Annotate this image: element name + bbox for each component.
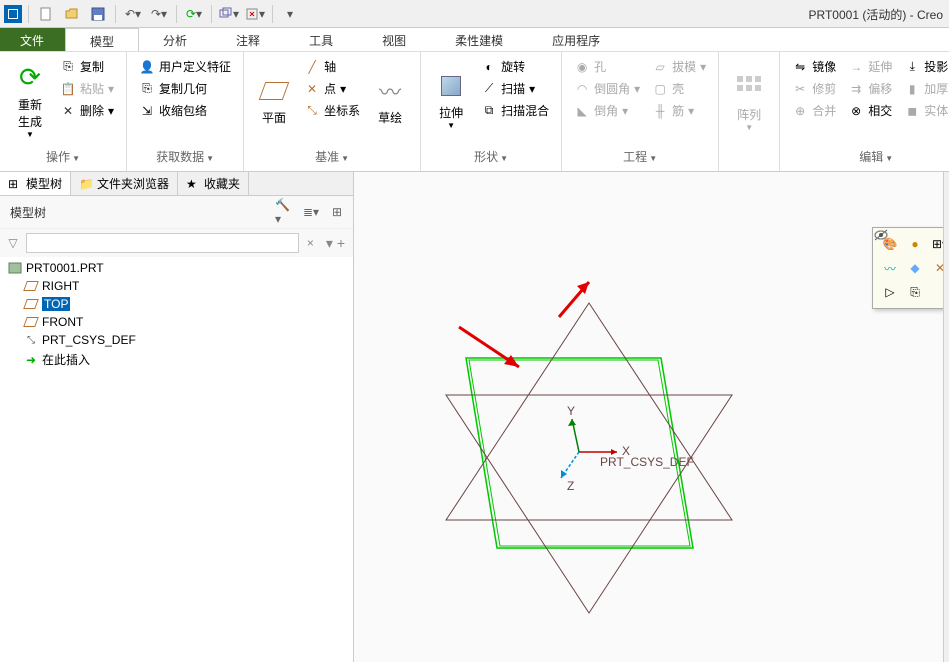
qat-customize-button[interactable]: ▾ bbox=[279, 3, 301, 25]
model-tree: PRT0001.PRT RIGHT TOP FRONT ⤡ PRT_CSYS_D… bbox=[0, 257, 353, 662]
ribbon-group-editing: ⇋镜像 ✂修剪 ⊕合并 →延伸 ⇉偏移 ⊗相交 ⤓投影 ▮加厚 ◼实体化 编辑▼ bbox=[780, 52, 949, 171]
blend-button[interactable]: ⧉扫描混合 bbox=[477, 100, 553, 121]
tab-folder[interactable]: 📁文件夹浏览器 bbox=[71, 172, 178, 195]
ctx-appearance-button[interactable]: ● bbox=[904, 234, 926, 254]
tree-csys[interactable]: ⤡ PRT_CSYS_DEF bbox=[4, 331, 349, 349]
save-button[interactable] bbox=[87, 3, 109, 25]
tree-root[interactable]: PRT0001.PRT bbox=[4, 259, 349, 277]
regenerate-button[interactable]: ⟳ 重新生成 ▼ bbox=[8, 56, 52, 144]
sidebar: ⊞模型树 📁文件夹浏览器 ★收藏夹 模型树 🔨▾ ≣▾ ⊞ ▽ × ▾ + PR… bbox=[0, 172, 354, 662]
ribbon-group-datum: 平面 ╱轴 ✕点 ▾ ⤡坐标系 〰 草绘 基准▼ bbox=[244, 52, 421, 171]
revolve-button[interactable]: ◐旋转 bbox=[477, 56, 553, 77]
tab-apps[interactable]: 应用程序 bbox=[528, 28, 625, 51]
userdef-button[interactable]: 👤用户定义特征 bbox=[135, 56, 235, 77]
csys-label: PRT_CSYS_DEF bbox=[600, 455, 694, 469]
csys-button[interactable]: ⤡坐标系 bbox=[300, 100, 364, 121]
point-button[interactable]: ✕点 ▾ bbox=[300, 78, 364, 99]
thicken-button: ▮加厚 bbox=[900, 78, 949, 99]
sweep-button[interactable]: ⟋扫描 ▾ bbox=[477, 78, 553, 99]
sketch-button[interactable]: 〰 草绘 bbox=[368, 56, 412, 144]
ribbon-group-shapes: 拉伸 ▼ ◐旋转 ⟋扫描 ▾ ⧉扫描混合 形状▼ bbox=[421, 52, 562, 171]
app-icon bbox=[4, 5, 22, 23]
delete-button[interactable]: ✕删除 ▾ bbox=[56, 100, 118, 121]
filter-icon: ▽ bbox=[4, 234, 22, 252]
axis-z-label: Z bbox=[567, 479, 574, 493]
hole-button: ◉孔 bbox=[570, 56, 644, 77]
close-window-button[interactable]: ▾ bbox=[244, 3, 266, 25]
redo-button[interactable]: ↷▾ bbox=[148, 3, 170, 25]
tree-tool-2[interactable]: ≣▾ bbox=[301, 202, 321, 222]
tab-view[interactable]: 视图 bbox=[358, 28, 431, 51]
menubar: 文件 模型 分析 注释 工具 视图 柔性建模 应用程序 bbox=[0, 28, 949, 52]
rib-button: ╫筋 ▾ bbox=[648, 100, 710, 121]
copy-button[interactable]: ⎘复制 bbox=[56, 56, 118, 77]
draft-button: ▱拔模 ▾ bbox=[648, 56, 710, 77]
tab-modeltree[interactable]: ⊞模型树 bbox=[0, 172, 71, 195]
copygeom-button[interactable]: ⎘复制几何 bbox=[135, 78, 235, 99]
ctx-curve-button[interactable]: 〰 bbox=[879, 258, 901, 278]
extrude-button[interactable]: 拉伸 ▼ bbox=[429, 56, 473, 144]
tab-tools[interactable]: 工具 bbox=[285, 28, 358, 51]
filter-add-button[interactable]: ▾ + bbox=[322, 235, 349, 252]
tab-file[interactable]: 文件 bbox=[0, 28, 65, 51]
tab-analysis[interactable]: 分析 bbox=[139, 28, 212, 51]
tree-insert[interactable]: ➜ 在此插入 bbox=[4, 349, 349, 370]
project-button[interactable]: ⤓投影 bbox=[900, 56, 949, 77]
intersect-button[interactable]: ⊗相交 bbox=[844, 100, 896, 121]
ribbon-group-getdata: 👤用户定义特征 ⎘复制几何 ⇲收缩包络 获取数据▼ bbox=[127, 52, 244, 171]
merge-button: ⊕合并 bbox=[788, 100, 840, 121]
solidify-button: ◼实体化 bbox=[900, 100, 949, 121]
tree-right[interactable]: RIGHT bbox=[4, 277, 349, 295]
paste-button: 📋粘贴 ▾ bbox=[56, 78, 118, 99]
mirror-button[interactable]: ⇋镜像 bbox=[788, 56, 840, 77]
axis-button[interactable]: ╱轴 bbox=[300, 56, 364, 77]
round-button: ◠倒圆角 ▾ bbox=[570, 78, 644, 99]
canvas[interactable]: X Y Z PRT_CSYS_DEF 🎨 ● bbox=[354, 172, 949, 662]
tree-tool-1[interactable]: 🔨▾ bbox=[275, 202, 295, 222]
regen-button[interactable]: ⟳▾ bbox=[183, 3, 205, 25]
tree-header: 模型树 🔨▾ ≣▾ ⊞ bbox=[0, 196, 353, 229]
ribbon-group-pattern: 阵列 ▼ bbox=[719, 52, 780, 171]
ribbon-group-operations: ⟳ 重新生成 ▼ ⎘复制 📋粘贴 ▾ ✕删除 ▾ 操作▼ bbox=[0, 52, 127, 171]
ctx-select-button[interactable]: ▷ bbox=[879, 282, 901, 302]
window-title: PRT0001 (活动的) - Creo bbox=[809, 6, 943, 23]
ctx-copy-button[interactable]: ⎘ bbox=[904, 282, 926, 302]
pattern-button: 阵列 ▼ bbox=[727, 56, 771, 147]
undo-button[interactable]: ↶▾ bbox=[122, 3, 144, 25]
tab-model[interactable]: 模型 bbox=[65, 28, 139, 51]
extend-button: →延伸 bbox=[844, 56, 896, 77]
trim-button: ✂修剪 bbox=[788, 78, 840, 99]
windows-button[interactable]: ▾ bbox=[218, 3, 240, 25]
tree-top[interactable]: TOP bbox=[4, 295, 349, 313]
filter-input[interactable] bbox=[26, 233, 299, 253]
titlebar: ↶▾ ↷▾ ⟳▾ ▾ ▾ ▾ PRT0001 (活动的) - Creo bbox=[0, 0, 949, 28]
ribbon: ⟳ 重新生成 ▼ ⎘复制 📋粘贴 ▾ ✕删除 ▾ 操作▼ 👤用户定义特征 ⎘复制… bbox=[0, 52, 949, 172]
new-button[interactable] bbox=[35, 3, 57, 25]
tree-tool-3[interactable]: ⊞ bbox=[327, 202, 347, 222]
tree-front[interactable]: FRONT bbox=[4, 313, 349, 331]
axis-y-label: Y bbox=[567, 404, 575, 418]
filter-clear-button[interactable]: × bbox=[303, 236, 318, 250]
open-button[interactable] bbox=[61, 3, 83, 25]
shell-button: ▢壳 bbox=[648, 78, 710, 99]
tab-annotate[interactable]: 注释 bbox=[212, 28, 285, 51]
chamfer-button: ◣倒角 ▾ bbox=[570, 100, 644, 121]
tab-flex[interactable]: 柔性建模 bbox=[431, 28, 528, 51]
main-area: ⊞模型树 📁文件夹浏览器 ★收藏夹 模型树 🔨▾ ≣▾ ⊞ ▽ × ▾ + PR… bbox=[0, 172, 949, 662]
tab-favorites[interactable]: ★收藏夹 bbox=[178, 172, 249, 195]
plane-button[interactable]: 平面 bbox=[252, 56, 296, 144]
shrinkwrap-button[interactable]: ⇲收缩包络 bbox=[135, 100, 235, 121]
sidebar-tabs: ⊞模型树 📁文件夹浏览器 ★收藏夹 bbox=[0, 172, 353, 196]
offset-button: ⇉偏移 bbox=[844, 78, 896, 99]
ctx-surface-button[interactable]: ◆ bbox=[904, 258, 926, 278]
context-toolbar: 🎨 ● ⊞▾ 〰 ◆ ✕ ╱ ✕ ⤡ ⊞ ▯▯ ▷ ⎘ bbox=[872, 227, 949, 309]
tree-filter: ▽ × ▾ + bbox=[0, 229, 353, 257]
canvas-scrollbar[interactable] bbox=[943, 172, 949, 662]
ribbon-group-engineering: ◉孔 ◠倒圆角 ▾ ◣倒角 ▾ ▱拔模 ▾ ▢壳 ╫筋 ▾ 工程▼ bbox=[562, 52, 719, 171]
